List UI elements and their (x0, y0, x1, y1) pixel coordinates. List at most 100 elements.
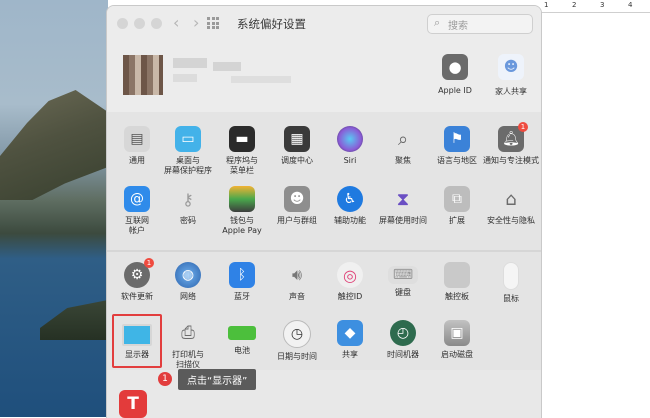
title-bar: ‹ › 系统偏好设置 ⌕ 搜索 (107, 6, 541, 40)
avatar[interactable] (123, 55, 163, 95)
pref-mission-control[interactable]: ▦ 调度中心 (267, 126, 327, 166)
zoom-button[interactable] (151, 18, 162, 29)
language-region-icon: ⚑ (444, 126, 470, 152)
forward-button[interactable]: › (193, 14, 199, 32)
network-icon: ◍ (175, 262, 201, 288)
pref-touch-id[interactable]: ◎ 触控ID (320, 262, 380, 302)
search-icon: ⌕ (434, 16, 441, 29)
pref-trackpad[interactable]: 触控板 (427, 262, 487, 302)
date-time-icon: ◷ (283, 320, 311, 348)
startup-disk-icon: ▣ (444, 320, 470, 346)
pref-label: 时间机器 (387, 350, 419, 359)
preferences-section-2: ⚙ 1 软件更新 ◍ 网络 ᛒ 蓝牙 🔊︎ 声音 ◎ 触控ID ⌨ 键盘 触控板 鼠标 显示器… (107, 252, 541, 370)
pref-label: 鼠标 (503, 294, 519, 303)
apple-id-label: Apple ID (438, 86, 472, 95)
accessibility-icon: ♿︎ (337, 186, 363, 212)
pref-mouse[interactable]: 鼠标 (481, 262, 541, 304)
pref-date-time[interactable]: ◷ 日期与时间 (267, 320, 327, 362)
pref-label: 调度中心 (281, 156, 313, 165)
back-button[interactable]: ‹ (173, 14, 179, 32)
pref-bluetooth[interactable]: ᛒ 蓝牙 (212, 262, 272, 302)
pref-label: 用户与群组 (277, 216, 317, 225)
blurred-user-detail (231, 76, 291, 83)
pref-sharing[interactable]: ◆ 共享 (320, 320, 380, 360)
pref-label: 桌面与 屏幕保护程序 (164, 156, 212, 175)
pref-label: 安全性与隐私 (487, 216, 535, 225)
internet-accounts-icon: @ (124, 186, 150, 212)
keyboard-icon: ⌨ (388, 266, 418, 284)
desktop-background (0, 0, 108, 417)
pref-startup-disk[interactable]: ▣ 启动磁盘 (427, 320, 487, 360)
pref-spotlight[interactable]: ⌕ 聚焦 (373, 126, 433, 166)
search-field[interactable]: ⌕ 搜索 (427, 14, 533, 34)
pref-label: 网络 (180, 292, 196, 301)
pref-label: 聚焦 (395, 156, 411, 165)
desktop-ridge (0, 90, 108, 200)
wallet-icon (229, 186, 255, 212)
sound-icon: 🔊︎ (291, 265, 303, 284)
pref-printers[interactable]: ⎙ 打印机与 扫描仪 (158, 320, 218, 370)
pref-label: Siri (343, 156, 357, 165)
pref-label: 通知与专注模式 (483, 156, 539, 165)
pref-battery[interactable]: 电池 (212, 320, 272, 356)
pref-siri[interactable]: Siri (320, 126, 380, 166)
blurred-user-name (173, 58, 207, 68)
pref-label: 辅助功能 (334, 216, 366, 225)
pref-label: 蓝牙 (234, 292, 250, 301)
touch-id-icon: ◎ (337, 262, 363, 288)
ruler: 1 2 3 4 (540, 0, 650, 13)
passwords-icon: ⚷ (182, 189, 194, 209)
pref-passwords[interactable]: ⚷ 密码 (158, 186, 218, 226)
family-sharing-label: 家人共享 (495, 87, 527, 96)
account-section: ● Apple ID ☻ 家人共享 (107, 40, 541, 112)
sharing-icon: ◆ (337, 320, 363, 346)
battery-icon (228, 326, 256, 340)
window-title: 系统偏好设置 (237, 17, 306, 31)
pref-extensions[interactable]: ⧉ 扩展 (427, 186, 487, 226)
update-badge: 1 (144, 258, 154, 268)
show-all-grid-icon[interactable] (207, 17, 219, 29)
siri-icon (337, 126, 363, 152)
pref-wallet[interactable]: 钱包与 Apple Pay (212, 186, 272, 236)
pref-label: 屏幕使用时间 (379, 216, 427, 225)
family-sharing-item[interactable]: ☻ 家人共享 (481, 54, 541, 97)
callout-text: 点击“显示器” (178, 368, 257, 390)
system-preferences-window: ‹ › 系统偏好设置 ⌕ 搜索 ● Apple ID ☻ 家人共享 ▤ 通用 ▭ 桌… (106, 5, 542, 418)
pref-users-groups[interactable]: ☻ 用户与群组 (267, 186, 327, 226)
pref-label: 打印机与 扫描仪 (172, 350, 204, 369)
pref-sound[interactable]: 🔊︎ 声音 (267, 262, 327, 302)
pref-time-machine[interactable]: ◴ 时间机器 (373, 320, 433, 360)
close-button[interactable] (117, 18, 128, 29)
callout-tooltip: 1 点击“显示器” (158, 368, 257, 390)
pref-label: 共享 (342, 350, 358, 359)
pref-notifications[interactable]: 🔔︎ 1 通知与专注模式 (481, 122, 541, 166)
pref-dock[interactable]: ▬ 程序坞与 菜单栏 (212, 126, 272, 176)
minimize-button[interactable] (134, 18, 145, 29)
dock-icon: ▬ (229, 126, 255, 152)
spotlight-icon: ⌕ (397, 128, 409, 150)
users-groups-icon: ☻ (284, 186, 310, 212)
general-icon: ▤ (124, 126, 150, 152)
app-t-icon[interactable]: T (119, 390, 147, 418)
pref-screen-time[interactable]: ⧗ 屏幕使用时间 (373, 186, 433, 226)
apple-id-item[interactable]: ● Apple ID (425, 54, 485, 95)
ruler-mark: 4 (628, 1, 633, 9)
desktop-island (40, 300, 108, 340)
pref-keyboard[interactable]: ⌨ 键盘 (373, 262, 433, 298)
callout-step-number: 1 (158, 372, 172, 386)
mouse-icon (503, 262, 519, 290)
family-sharing-icon: ☻ (498, 54, 524, 80)
pref-label: 触控板 (445, 292, 469, 301)
pref-language-region[interactable]: ⚑ 语言与地区 (427, 126, 487, 166)
pref-accessibility[interactable]: ♿︎ 辅助功能 (320, 186, 380, 226)
pref-security[interactable]: ⌂ 安全性与隐私 (481, 186, 541, 226)
pref-label: 日期与时间 (277, 352, 317, 361)
pref-desktop-screensaver[interactable]: ▭ 桌面与 屏幕保护程序 (158, 126, 218, 176)
notification-badge: 1 (518, 122, 528, 132)
ruler-mark: 2 (572, 1, 577, 9)
pref-label: 电池 (234, 346, 250, 355)
pref-label: 触控ID (337, 292, 363, 301)
pref-network[interactable]: ◍ 网络 (158, 262, 218, 302)
pref-label: 声音 (289, 292, 305, 301)
preferences-section-1: ▤ 通用 ▭ 桌面与 屏幕保护程序 ▬ 程序坞与 菜单栏 ▦ 调度中心 Siri ⌕ 聚焦… (107, 112, 541, 250)
